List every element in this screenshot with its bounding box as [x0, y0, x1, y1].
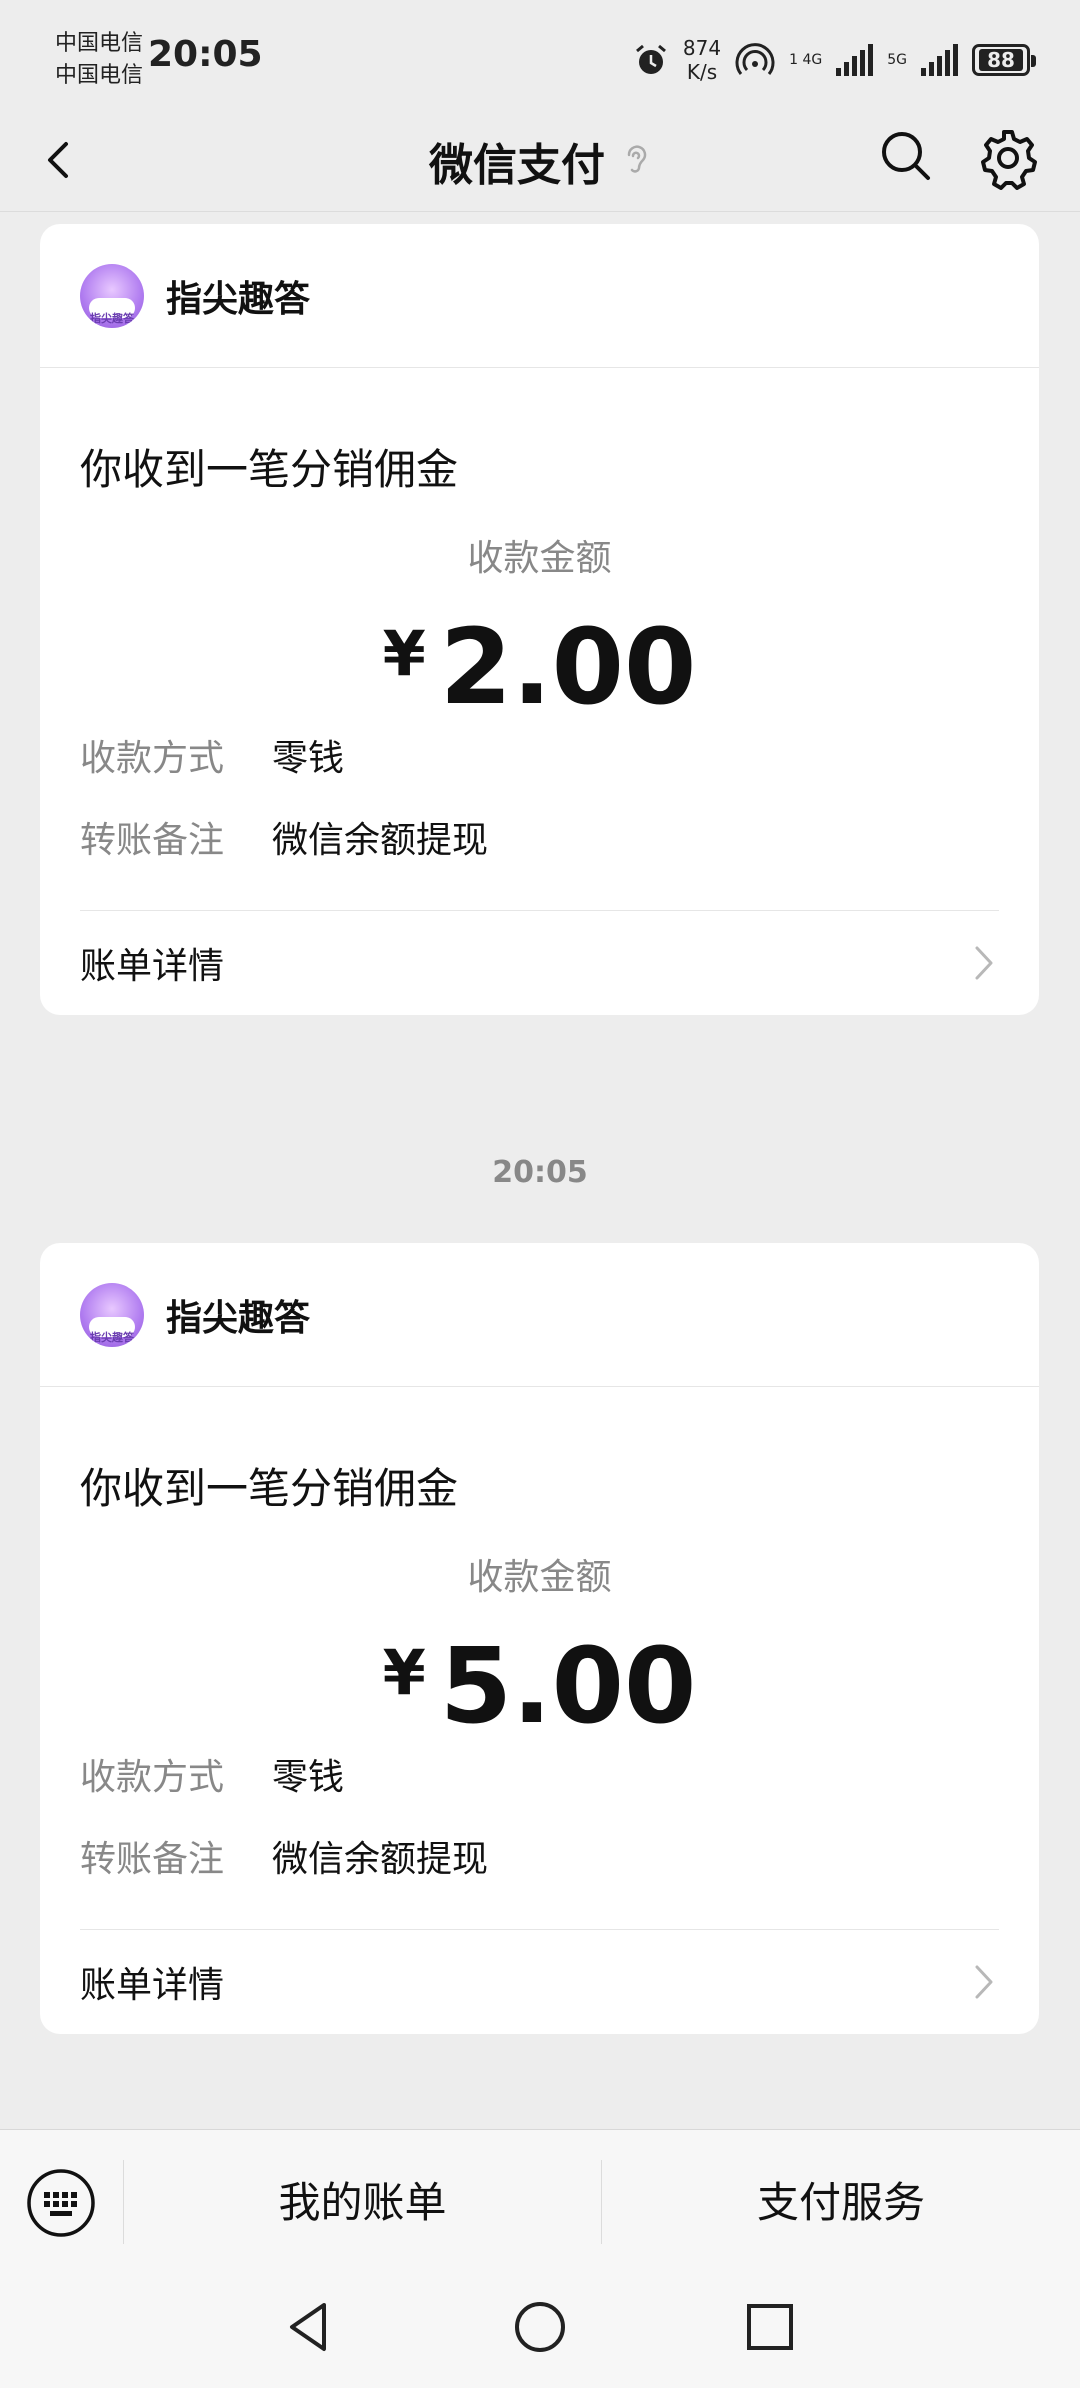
gear-icon[interactable]	[976, 126, 1040, 190]
nav-bar: 微信支付	[0, 110, 1080, 212]
payment-services-button[interactable]: 支付服务	[602, 2130, 1080, 2276]
status-bar: 中国电信 中国电信 20:05 874 K/s 1 4G 5G 88	[0, 0, 1080, 110]
bill-detail-link[interactable]: 账单详情	[80, 1930, 999, 2034]
merchant-avatar[interactable]: 指尖趣答	[80, 1282, 144, 1347]
battery-icon: 88	[972, 44, 1036, 76]
method-label: 收款方式	[80, 738, 225, 779]
note-row: 转账备注 微信余额提现	[80, 796, 999, 878]
hotspot-icon	[735, 43, 775, 75]
bottom-menu-bar: 我的账单 支付服务	[0, 2129, 1080, 2275]
search-icon[interactable]	[876, 126, 936, 186]
nav-back-triangle-icon[interactable]	[280, 2297, 340, 2357]
merchant-avatar[interactable]: 指尖趣答	[80, 263, 144, 328]
alarm-icon	[635, 44, 666, 74]
note-value: 微信余额提现	[272, 1839, 489, 1880]
net-speed-unit: K/s	[686, 60, 718, 84]
message-timestamp: 20:05	[492, 1155, 588, 1190]
chevron-right-icon	[975, 946, 993, 980]
note-label: 转账备注	[80, 820, 225, 861]
net-speed-value: 874	[682, 36, 722, 60]
status-time: 20:05	[148, 34, 263, 75]
signal-bars-2-icon	[921, 44, 958, 76]
merchant-name[interactable]: 指尖趣答	[166, 270, 310, 322]
carrier-2: 中国电信	[55, 63, 144, 88]
amount-number: 2.00	[439, 606, 697, 728]
card-header: 指尖趣答 指尖趣答	[40, 1243, 1039, 1387]
signal-bars-icon	[836, 44, 874, 76]
method-value: 零钱	[272, 738, 345, 779]
note-row: 转账备注 微信余额提现	[80, 1815, 999, 1897]
sim2-label: 5G	[887, 52, 907, 68]
card-headline: 你收到一笔分销佣金	[80, 1464, 459, 1513]
carrier-info: 中国电信 中国电信	[55, 28, 143, 92]
system-nav-bar	[0, 2275, 1080, 2388]
nav-home-circle-icon[interactable]	[510, 2297, 570, 2357]
amount-value: ¥2.00	[80, 594, 999, 727]
avatar-text: 指尖趣答	[90, 1330, 134, 1344]
avatar-text: 指尖趣答	[90, 311, 134, 325]
method-value: 零钱	[272, 1757, 345, 1798]
battery-level: 88	[979, 49, 1023, 71]
my-bills-button[interactable]: 我的账单	[124, 2130, 601, 2276]
status-icons: 874 K/s 1 4G 5G 88	[633, 30, 1036, 90]
note-label: 转账备注	[80, 1839, 225, 1880]
sim1-label: 1 4G	[789, 52, 823, 68]
net-speed: 874 K/s	[683, 36, 721, 84]
page-title: 微信支付	[429, 140, 605, 191]
amount-number: 5.00	[439, 1625, 697, 1747]
keyboard-icon[interactable]	[26, 2168, 96, 2238]
ear-icon[interactable]	[621, 141, 651, 181]
payment-card: 指尖趣答 指尖趣答 你收到一笔分销佣金 收款金额 ¥5.00 收款方式 零钱 转…	[40, 1243, 1039, 2034]
bill-detail-link[interactable]: 账单详情	[80, 911, 999, 1015]
bill-detail-label: 账单详情	[80, 946, 225, 987]
note-value: 微信余额提现	[272, 820, 489, 861]
currency-symbol: ¥	[382, 1636, 426, 1709]
amount-value: ¥5.00	[80, 1613, 999, 1746]
method-label: 收款方式	[80, 1757, 225, 1798]
chevron-right-icon	[975, 1965, 993, 1999]
nav-recents-square-icon[interactable]	[740, 2297, 800, 2357]
card-headline: 你收到一笔分销佣金	[80, 445, 459, 494]
card-header: 指尖趣答 指尖趣答	[40, 224, 1039, 368]
amount-label: 收款金额	[467, 538, 612, 579]
amount-label: 收款金额	[467, 1557, 612, 1598]
currency-symbol: ¥	[382, 617, 426, 690]
bill-detail-label: 账单详情	[80, 1965, 225, 2006]
merchant-name[interactable]: 指尖趣答	[166, 1289, 310, 1341]
carrier-1: 中国电信	[55, 31, 144, 56]
payment-card: 指尖趣答 指尖趣答 你收到一笔分销佣金 收款金额 ¥2.00 收款方式 零钱 转…	[40, 224, 1039, 1015]
